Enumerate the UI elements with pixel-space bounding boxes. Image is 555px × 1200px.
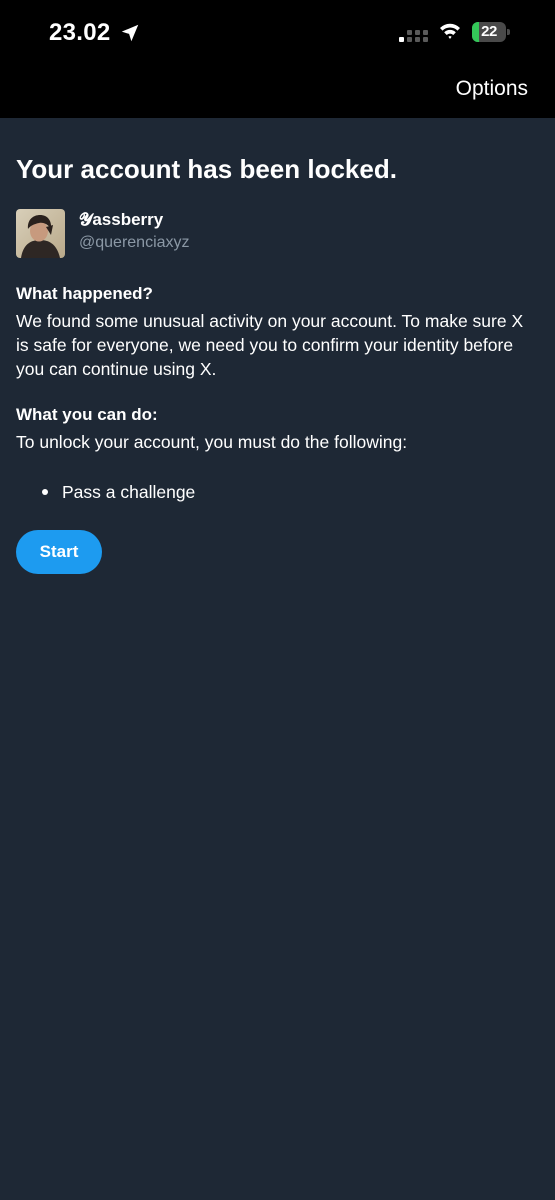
- requirement-label: Pass a challenge: [62, 482, 196, 502]
- bullet-icon: [42, 489, 48, 495]
- wifi-icon: [438, 20, 462, 42]
- top-bar: 23.02 22 Options: [0, 0, 555, 118]
- what-happened-heading: What happened?: [16, 284, 153, 303]
- main-content: Your account has been locked. 𝓨assberry …: [16, 118, 536, 574]
- page-title: Your account has been locked.: [16, 154, 397, 184]
- location-arrow-icon: [119, 22, 141, 44]
- list-item: Pass a challenge: [16, 480, 536, 504]
- start-button[interactable]: Start: [16, 530, 102, 574]
- battery-cap: [507, 29, 510, 35]
- battery-indicator: 22: [472, 22, 510, 42]
- account-info: 𝓨assberry @querenciaxyz: [79, 209, 190, 254]
- options-button[interactable]: Options: [456, 76, 528, 102]
- cellular-signal-icon: [399, 30, 429, 42]
- requirements-list: Pass a challenge: [16, 480, 536, 504]
- display-name: 𝓨assberry: [79, 210, 164, 229]
- status-time-text: 23.02: [49, 19, 111, 46]
- avatar: [16, 209, 65, 258]
- account-handle: @querenciaxyz: [79, 234, 190, 251]
- battery-level-text: 22: [481, 23, 497, 40]
- what-you-can-do-body: To unlock your account, you must do the …: [16, 432, 408, 452]
- what-happened-body: We found some unusual activity on your a…: [16, 311, 524, 379]
- what-you-can-do-heading: What you can do:: [16, 405, 158, 424]
- status-time: 23.02: [49, 18, 141, 48]
- account-card: 𝓨assberry @querenciaxyz: [16, 209, 536, 259]
